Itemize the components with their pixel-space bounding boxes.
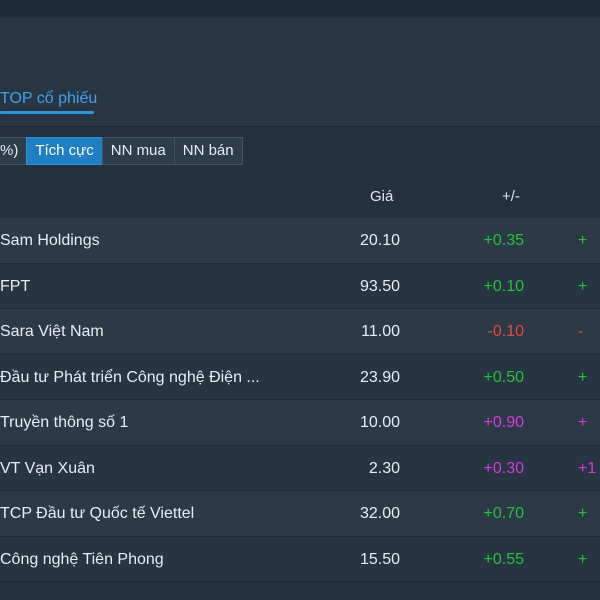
stock-change-percent: + <box>578 550 588 568</box>
table-row[interactable]: Truyền thông số 1 10.00 +0.90 + <box>0 400 600 446</box>
stock-price: 32.00 <box>359 505 400 522</box>
stock-change-percent: - <box>578 323 584 340</box>
stock-change: +0.10 <box>483 277 524 295</box>
stock-name: Sara Việt Nam <box>0 323 104 340</box>
stock-price: 10.00 <box>359 414 400 431</box>
stock-price: 20.10 <box>359 232 400 249</box>
stock-name: Sam Holdings <box>0 232 100 249</box>
stock-price: 93.50 <box>359 277 400 295</box>
stock-change: +0.50 <box>483 368 524 386</box>
stock-price: 2.30 <box>368 459 400 477</box>
tab-top-stocks[interactable]: TOP cổ phiếu <box>0 88 97 110</box>
filter-percent-button[interactable]: %) <box>0 137 28 165</box>
stock-change: +0.90 <box>483 414 524 431</box>
stock-name: Công nghệ Tiên Phong <box>0 550 164 568</box>
table-row[interactable]: TCP Đầu tư Quốc tế Viettel 32.00 +0.70 + <box>0 491 600 537</box>
stock-change: -0.10 <box>487 323 524 340</box>
filter-foreign-buy-button[interactable]: NN mua <box>101 137 175 165</box>
stock-change: +0.70 <box>483 505 524 522</box>
stock-change-percent: + <box>578 277 588 295</box>
stock-price: 23.90 <box>359 368 400 386</box>
table-row[interactable]: VT Vạn Xuân 2.30 +0.30 +1 <box>0 445 600 491</box>
stock-name: FPT <box>0 277 31 295</box>
table-row[interactable]: Đầu tư Phát triển Công nghệ Điện ... 23.… <box>0 354 600 400</box>
stock-change: +0.35 <box>483 232 524 249</box>
stock-change-percent: + <box>578 414 588 431</box>
stock-change-percent: +1 <box>578 459 597 477</box>
stock-change-percent: + <box>578 505 588 522</box>
filter-foreign-sell-button[interactable]: NN bán <box>173 137 243 165</box>
stock-name: TCP Đầu tư Quốc tế Viettel <box>0 505 195 522</box>
filter-positive-button[interactable]: Tích cực <box>26 137 103 165</box>
stock-name: Đầu tư Phát triển Công nghệ Điện ... <box>0 368 260 386</box>
table-row[interactable]: Sam Holdings 20.10 +0.35 + <box>0 218 600 264</box>
filter-group: %) Tích cực NN mua NN bán <box>0 137 243 165</box>
stock-change: +0.55 <box>483 550 524 568</box>
stock-change-percent: + <box>578 368 588 386</box>
stock-name: Truyền thông số 1 <box>0 414 129 431</box>
stock-price: 15.50 <box>359 550 400 568</box>
table-row[interactable]: Công nghệ Tiên Phong 15.50 +0.55 + <box>0 536 600 582</box>
table-row[interactable]: FPT 93.50 +0.10 + <box>0 263 600 309</box>
table-row[interactable]: Sara Việt Nam 11.00 -0.10 - <box>0 309 600 355</box>
stock-change: +0.30 <box>483 459 524 477</box>
column-header-change[interactable]: +/- <box>502 186 520 208</box>
tab-active-indicator <box>0 111 94 114</box>
stock-table: Sam Holdings 20.10 +0.35 + FPT 93.50 +0.… <box>0 218 600 582</box>
column-header-price[interactable]: Giá <box>370 186 393 208</box>
top-bar <box>0 0 600 19</box>
stock-change-percent: + <box>578 232 588 249</box>
stock-name: VT Vạn Xuân <box>0 459 95 477</box>
stock-price: 11.00 <box>361 323 400 340</box>
